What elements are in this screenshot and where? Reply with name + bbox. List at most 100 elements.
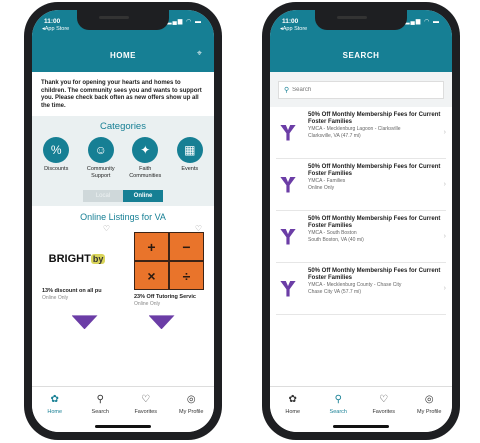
home-indicator (333, 425, 389, 428)
chevron-right-icon: › (443, 285, 446, 292)
toggle-local[interactable]: Local (83, 190, 123, 203)
result-location: Clarksville, VA (47.7 mi) (308, 132, 361, 139)
tab-bar: ✿ Home ⚲ Search ♡ Favorites ◎ My Profile (270, 386, 452, 432)
back-to-app-store[interactable]: ◂App Store (280, 26, 307, 32)
ymca-logo-icon (276, 216, 300, 257)
logo-text: BRIGHT (48, 253, 91, 266)
intro-text: Thank you for opening your hearts and ho… (41, 80, 202, 109)
plus-symbol: + (134, 232, 169, 262)
back-to-app-store[interactable]: ◂App Store (42, 26, 69, 32)
chevron-right-icon: › (443, 233, 446, 240)
location-pin-icon[interactable]: ⌖ (197, 48, 202, 59)
toggle-online[interactable]: Online (123, 190, 163, 203)
category-community-support[interactable]: ☺ Community Support (79, 137, 123, 179)
category-faith-communities[interactable]: ✦ Faith Communities (123, 137, 167, 179)
tab-label: Favorites (372, 409, 396, 415)
tab-home[interactable]: ✿ Home (273, 394, 313, 432)
status-time: 11:00 (282, 18, 299, 25)
listing-subtitle: Online Only (134, 301, 161, 308)
tab-label: Search (329, 409, 347, 415)
ymca-logo-icon (276, 112, 300, 153)
search-results: 50% Off Monthly Membership Fees for Curr… (270, 107, 452, 315)
minus-symbol: − (169, 232, 204, 262)
search-icon: ⚲ (96, 394, 104, 405)
divide-symbol: ÷ (169, 261, 204, 291)
search-result-item[interactable]: 50% Off Monthly Membership Fees for Curr… (276, 211, 446, 263)
heart-icon: ♡ (379, 394, 389, 405)
listing-card[interactable]: ♡ + − × ÷ 23% Off Tutoring Servic Online… (134, 224, 204, 308)
ymca-logo-icon (148, 315, 175, 330)
tab-bar: ✿ Home ⚲ Search ♡ Favorites ◎ My Profile (32, 386, 214, 432)
tab-label: My Profile (179, 409, 204, 415)
search-bar: ⚲ (270, 72, 452, 107)
categories-title: Categories (100, 121, 146, 133)
result-title: 50% Off Monthly Membership Fees for Curr… (308, 164, 441, 177)
tab-my-profile[interactable]: ◎ My Profile (171, 394, 211, 432)
tab-home[interactable]: ✿ Home (35, 394, 75, 432)
logo-badge: by (90, 254, 106, 265)
more-listings-peek (32, 307, 214, 330)
listing-title: 13% discount on all pu (42, 288, 102, 295)
search-icon: ⚲ (284, 87, 290, 94)
result-location: South Boston, VA (40 mi) (308, 236, 364, 243)
search-result-item[interactable]: 50% Off Monthly Membership Fees for Curr… (276, 159, 446, 211)
ymca-logo-icon (276, 164, 300, 205)
result-location: Online Only (308, 184, 335, 191)
category-label: Events (181, 166, 199, 173)
search-input[interactable] (292, 87, 413, 93)
status-icons: ▂▄▆ ◠ ▬ (166, 19, 202, 25)
category-label: Community Support (86, 166, 115, 179)
home-icon: ✿ (50, 394, 59, 405)
result-title: 50% Off Monthly Membership Fees for Curr… (308, 268, 441, 281)
category-events[interactable]: ▦ Events (168, 137, 212, 179)
discount-tag-icon: % (43, 137, 70, 164)
status-time: 11:00 (44, 18, 61, 25)
chevron-right-icon: › (443, 181, 446, 188)
listing-card[interactable]: ♡ BRIGHT by 13% discount on all pu Online… (42, 224, 112, 307)
page-title: SEARCH (342, 51, 380, 60)
tab-label: My Profile (417, 409, 442, 415)
ymca-logo-icon (71, 315, 98, 330)
profile-icon: ◎ (186, 394, 196, 405)
search-result-item[interactable]: 50% Off Monthly Membership Fees for Curr… (276, 263, 446, 315)
tab-label: Favorites (134, 409, 158, 415)
phone-search: 11:00 ◂App Store ▂▄▆ ◠ ▬ SEARCH ⚲ 50% Of… (262, 2, 460, 440)
tab-my-profile[interactable]: ◎ My Profile (409, 394, 449, 432)
listing-subtitle: Online Only (42, 295, 69, 302)
category-label: Discounts (44, 166, 69, 173)
tab-label: Home (47, 409, 63, 415)
tab-label: Home (285, 409, 301, 415)
category-label: Faith Communities (129, 166, 162, 179)
favorite-heart-icon[interactable]: ♡ (103, 224, 110, 233)
page-title: HOME (110, 51, 136, 60)
listings-title: Online Listings for VA (80, 212, 166, 223)
search-box[interactable]: ⚲ (278, 81, 444, 99)
home-screen: 11:00 ◂App Store ▂▄▆ ◠ ▬ HOME ⌖ Thank yo… (32, 10, 214, 432)
result-title: 50% Off Monthly Membership Fees for Curr… (308, 216, 441, 229)
back-label: App Store (282, 26, 308, 32)
status-icons: ▂▄▆ ◠ ▬ (404, 19, 440, 25)
home-indicator (95, 425, 151, 428)
ymca-logo-icon (276, 268, 300, 309)
heart-icon: ♡ (141, 394, 151, 405)
brightbys-logo: BRIGHT by (42, 234, 112, 284)
search-icon: ⚲ (334, 394, 342, 405)
math-symbols-logo: + − × ÷ (134, 232, 204, 291)
phone-home: 11:00 ◂App Store ▂▄▆ ◠ ▬ HOME ⌖ Thank yo… (24, 2, 222, 440)
result-location: Chase City VA (57.7 mi) (308, 288, 361, 295)
tab-label: Search (91, 409, 109, 415)
notch (77, 10, 169, 30)
result-title: 50% Off Monthly Membership Fees for Curr… (308, 112, 441, 125)
times-symbol: × (134, 261, 169, 291)
profile-icon: ◎ (424, 394, 434, 405)
home-icon: ✿ (288, 394, 297, 405)
people-icon: ☺ (87, 137, 114, 164)
calendar-icon: ▦ (176, 137, 203, 164)
category-discounts[interactable]: % Discounts (34, 137, 78, 179)
notch (315, 10, 407, 30)
chevron-right-icon: › (443, 129, 446, 136)
praying-hands-icon: ✦ (132, 137, 159, 164)
search-result-item[interactable]: 50% Off Monthly Membership Fees for Curr… (276, 107, 446, 159)
listing-title: 23% Off Tutoring Servic (134, 294, 196, 301)
back-label: App Store (44, 26, 70, 32)
